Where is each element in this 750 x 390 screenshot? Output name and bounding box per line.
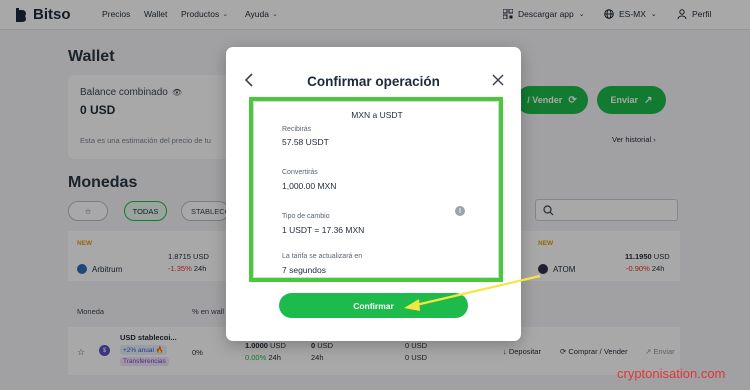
currency-pair: MXN a USDT <box>351 110 403 120</box>
receive-label: Recibirás <box>282 126 312 133</box>
convert-value: 1,000.00 MXN <box>282 181 337 191</box>
confirm-button[interactable]: Confirmar <box>279 293 468 318</box>
rate-value: 1 USDT = 17.36 MXN <box>282 225 365 235</box>
dialog-title: Confirmar operación <box>307 74 440 89</box>
info-icon[interactable]: ! <box>455 206 465 216</box>
close-button[interactable] <box>491 72 505 88</box>
operation-details: MXN a USDT Recibirás 57.58 USDT Converti… <box>249 97 503 282</box>
watermark: cryptonisation.com <box>617 366 726 381</box>
refresh-label: La tarifa se actualizará en <box>282 253 363 260</box>
confirm-dialog: Confirmar operación MXN a USDT Recibirás… <box>226 47 521 341</box>
close-icon <box>492 74 504 86</box>
rate-label: Tipo de cambio <box>282 213 330 220</box>
refresh-countdown: 7 segundos <box>282 265 326 275</box>
receive-value: 57.58 USDT <box>282 137 329 147</box>
convert-label: Convertirás <box>282 169 318 176</box>
